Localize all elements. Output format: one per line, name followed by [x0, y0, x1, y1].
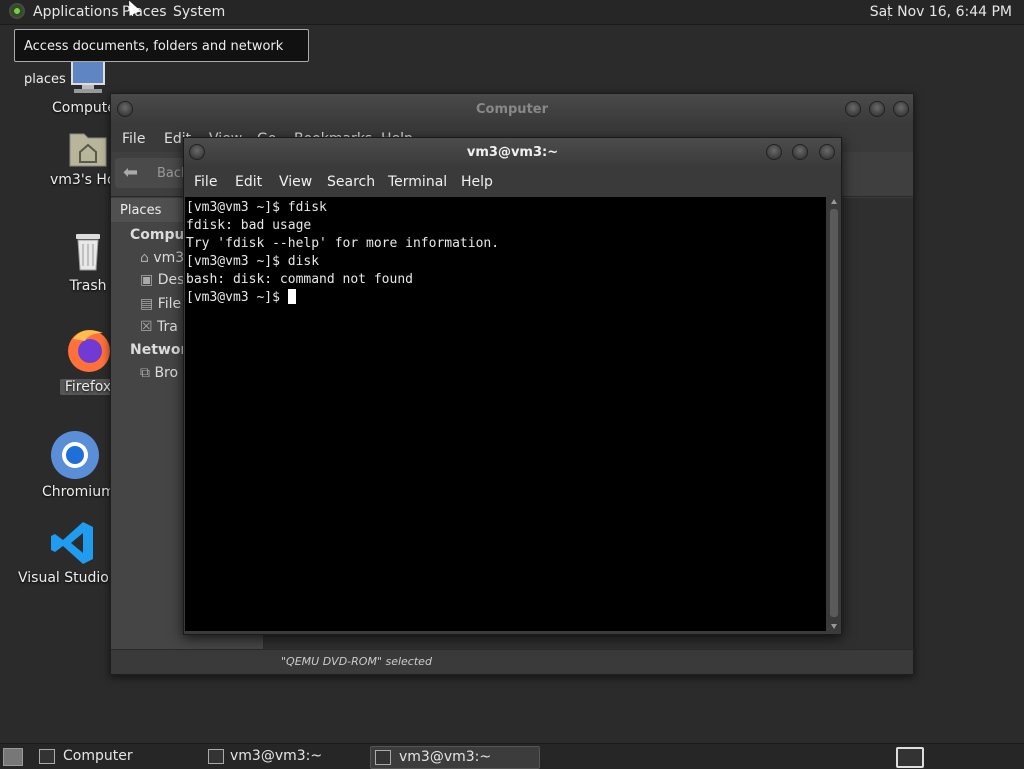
- sidebar-item-desktop[interactable]: ▣ Des: [140, 272, 184, 288]
- menu-file[interactable]: File: [122, 131, 145, 147]
- maximize-icon[interactable]: [792, 144, 808, 160]
- scroll-down-icon[interactable]: [831, 624, 837, 629]
- chromium-icon: [50, 431, 99, 479]
- terminal-line: [vm3@vm3 ~]$ disk: [186, 254, 320, 269]
- drive-icon: ▤: [140, 296, 158, 312]
- sidebar-item-label: Bro: [154, 365, 179, 381]
- close-icon[interactable]: [893, 101, 909, 117]
- top-panel: Applications Places System Sat Nov 16, 6…: [0, 0, 1024, 25]
- sidebar-item-label: Tra: [157, 319, 178, 335]
- firefox-icon: [68, 330, 110, 372]
- file-manager-titlebar[interactable]: Computer: [111, 94, 913, 124]
- sidebar-item-filesystem[interactable]: ▤ File: [140, 296, 181, 312]
- network-icon: ⧉: [140, 365, 155, 381]
- clock[interactable]: Sat Nov 16, 6:44 PM: [870, 4, 1012, 20]
- desktop-icon-firefox[interactable]: Firefox: [60, 325, 116, 395]
- home-folder-icon: [69, 133, 107, 167]
- scroll-up-icon[interactable]: [831, 199, 837, 204]
- workspace-switcher-icon[interactable]: [896, 747, 924, 768]
- menu-edit[interactable]: Edit: [235, 174, 262, 190]
- maximize-icon[interactable]: [869, 101, 885, 117]
- taskbar-label: Computer: [63, 748, 133, 764]
- terminal-prompt-line: [vm3@vm3 ~]$: [186, 289, 826, 307]
- minimize-icon[interactable]: [845, 101, 861, 117]
- system-menu[interactable]: System: [173, 4, 225, 20]
- terminal-line: Try 'fdisk --help' for more information.: [186, 236, 500, 251]
- terminal-line: fdisk: bad usage: [186, 218, 312, 233]
- text-cursor: [287, 289, 296, 304]
- close-icon[interactable]: [819, 144, 835, 160]
- sidebar-item-label: vm3: [153, 250, 185, 266]
- window-title: vm3@vm3:~: [466, 145, 559, 160]
- terminal-line: bash: disk: command not found: [186, 272, 413, 287]
- desktop-icon-label: Firefox: [60, 379, 116, 395]
- terminal-window[interactable]: vm3@vm3:~ File Edit View Search Terminal…: [183, 137, 842, 635]
- menu-search[interactable]: Search: [327, 174, 375, 190]
- applications-logo-icon[interactable]: [9, 3, 25, 19]
- window-title: Computer: [475, 102, 549, 117]
- statusbar: "QEMU DVD-ROM" selected: [111, 649, 913, 674]
- trash-small-icon: ☒: [140, 319, 158, 335]
- terminal-small-icon: [375, 750, 391, 765]
- taskbar-item-terminal-2[interactable]: vm3@vm3:~: [370, 746, 540, 769]
- applications-menu[interactable]: Applications: [33, 4, 119, 20]
- minimize-icon[interactable]: [766, 144, 782, 160]
- menu-view[interactable]: View: [279, 174, 312, 190]
- terminal-output[interactable]: [vm3@vm3 ~]$ fdisk fdisk: bad usage Try …: [185, 197, 826, 631]
- sidebar-header-label: Places: [120, 203, 162, 218]
- desktop-icon-trash[interactable]: Trash: [58, 228, 118, 294]
- show-desktop-icon[interactable]: [3, 748, 23, 766]
- taskbar-item-terminal-1[interactable]: vm3@vm3:~: [204, 746, 366, 767]
- terminal-small-icon: [208, 749, 224, 764]
- bottom-panel: Computer vm3@vm3:~ vm3@vm3:~: [0, 743, 1024, 769]
- sidebar-item-label: File: [157, 296, 182, 312]
- back-button[interactable]: ⬅ Back: [115, 158, 189, 188]
- prompt-text: [vm3@vm3 ~]$: [186, 290, 288, 305]
- scrollbar-thumb[interactable]: [830, 209, 838, 617]
- taskbar-label: vm3@vm3:~: [399, 749, 492, 765]
- menu-help[interactable]: Help: [461, 174, 493, 190]
- terminal-menubar: File Edit View Search Terminal Help: [184, 166, 841, 196]
- computer-small-icon: [39, 749, 55, 764]
- taskbar-item-computer[interactable]: Computer: [35, 746, 200, 767]
- terminal-titlebar[interactable]: vm3@vm3:~: [184, 138, 841, 166]
- desktop-icon-chromium[interactable]: Chromium: [42, 430, 115, 500]
- desktop-icon: ▣: [140, 272, 158, 288]
- sidebar-item-vm3[interactable]: ⌂ vm3: [140, 250, 184, 266]
- places-tooltip: Access documents, folders and network pl…: [14, 29, 309, 87]
- taskbar-label: vm3@vm3:~: [230, 748, 323, 764]
- computer-icon: [71, 59, 105, 93]
- status-text: "QEMU DVD-ROM" selected: [281, 655, 432, 668]
- terminal-line: [vm3@vm3 ~]$ fdisk: [186, 200, 327, 215]
- home-icon: ⌂: [140, 250, 154, 266]
- terminal-scrollbar[interactable]: [828, 197, 840, 631]
- sidebar-item-label: Des: [157, 272, 185, 288]
- menu-terminal[interactable]: Terminal: [388, 174, 447, 190]
- menu-file[interactable]: File: [194, 174, 217, 190]
- sidebar-item-trash[interactable]: ☒ Tra: [140, 319, 178, 335]
- desktop-icon-label: Chromium: [42, 484, 115, 500]
- desktop-icon-label: Trash: [69, 278, 107, 294]
- vscode-icon: [51, 522, 93, 564]
- sidebar-item-browse-network[interactable]: ⧉ Bro: [140, 365, 178, 381]
- trash-icon: [76, 234, 100, 271]
- back-arrow-icon: ⬅: [123, 162, 139, 183]
